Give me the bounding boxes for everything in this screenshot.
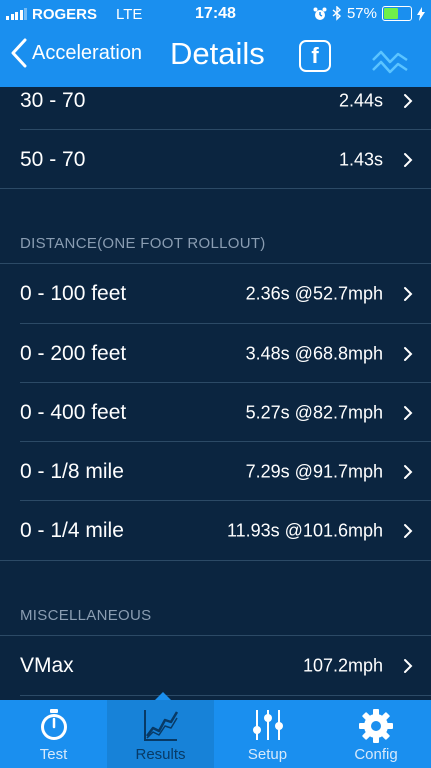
back-button[interactable]: Acceleration [10,38,142,68]
navigation-bar: Acceleration Details f [0,30,431,87]
battery-percent: 57% [346,5,377,22]
tab-label: Results [135,746,186,763]
chevron-right-icon [404,405,413,420]
tab-test[interactable]: Test [0,700,107,768]
list-item[interactable]: 0 - 400 feet 5.27s @82.7mph [0,383,431,442]
list-item[interactable]: 0 - 1/8 mile 7.29s @91.7mph [0,442,431,501]
active-tab-indicator [155,692,171,700]
chevron-right-icon [404,523,413,538]
list-item[interactable]: 50 - 70 1.43s [0,130,431,189]
facebook-icon: f [311,43,319,68]
list-item[interactable]: 0 - 100 feet 2.36s @52.7mph [0,264,431,323]
tab-bar: Test Results Setup Config [0,700,431,768]
row-label: 0 - 100 feet [20,281,127,305]
divider [0,188,431,189]
row-value: 2.44s [338,90,383,110]
row-value: 3.48s @68.8mph [245,343,383,363]
alarm-icon [313,7,327,20]
graph-view-button[interactable] [370,43,410,77]
facebook-share-button[interactable]: f [299,40,331,72]
chevron-right-icon [404,658,413,673]
tab-label: Config [354,746,398,763]
chevron-right-icon [404,286,413,301]
list-item[interactable]: 30 - 70 2.44s [0,87,431,130]
tab-setup[interactable]: Setup [214,700,321,768]
row-label: VMax [20,653,74,677]
results-list[interactable]: 30 - 70 2.44s 50 - 70 1.43s DISTANCE(ONE… [0,87,431,700]
chart-icon [143,710,178,741]
chevron-right-icon [404,464,413,479]
row-label: 0 - 1/4 mile [20,518,124,542]
row-value: 7.29s @91.7mph [245,461,383,481]
gear-icon [359,709,393,743]
row-label: 30 - 70 [20,88,86,112]
battery-icon [382,6,412,21]
row-value: 107.2mph [302,655,383,675]
section-header-miscellaneous: MISCELLANEOUS [20,607,152,624]
divider [20,695,431,696]
page-title: Details [170,36,265,71]
chevron-right-icon [404,93,413,108]
row-value: 5.27s @82.7mph [245,402,383,422]
row-value: 11.93s @101.6mph [226,520,383,540]
tab-config[interactable]: Config [321,700,431,768]
section-header-distance: DISTANCE(ONE FOOT ROLLOUT) [20,235,266,252]
chevron-left-icon [11,38,27,68]
divider [0,560,431,561]
list-item[interactable]: VMax 107.2mph [0,636,431,695]
chevron-right-icon [404,346,413,361]
charging-icon [417,6,425,21]
tab-label: Setup [247,746,288,763]
row-value: 2.36s @52.7mph [245,283,383,303]
row-label: 0 - 200 feet [20,341,127,365]
bluetooth-icon [332,6,341,21]
list-item[interactable]: 0 - 1/4 mile 11.93s @101.6mph [0,501,431,560]
tab-label: Test [39,746,68,763]
stopwatch-icon [40,709,67,740]
chevron-right-icon [404,152,413,167]
row-label: 0 - 400 feet [20,400,127,424]
back-button-label: Acceleration [32,41,143,64]
row-label: 0 - 1/8 mile [20,459,124,483]
list-item[interactable]: 0 - 200 feet 3.48s @68.8mph [0,324,431,383]
row-label: 50 - 70 [20,147,86,171]
row-value: 1.43s [338,149,383,169]
sliders-icon [252,710,283,740]
tab-results[interactable]: Results [107,700,214,768]
status-bar: ROGERS LTE 17:48 57% [0,0,431,30]
